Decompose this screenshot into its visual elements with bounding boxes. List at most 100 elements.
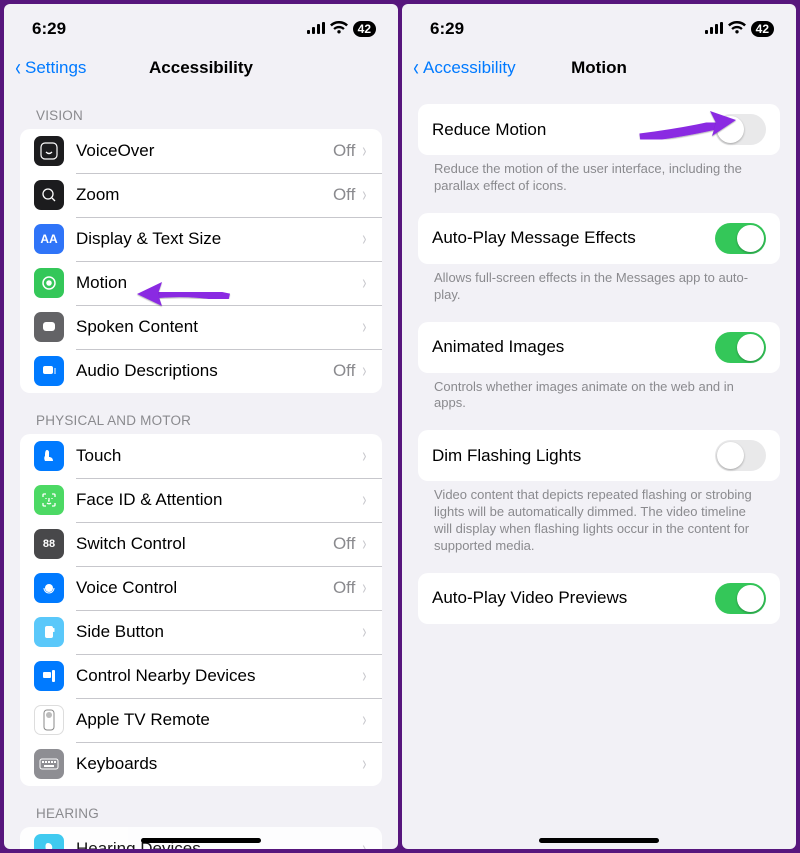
chevron-right-icon: › [363,185,367,205]
audio-desc-icon [34,356,64,386]
touch-icon [34,441,64,471]
group-reduce-motion: Reduce Motion [418,104,780,155]
chevron-right-icon: › [363,141,367,161]
row-label: Audio Descriptions [76,361,333,381]
row-touch[interactable]: Touch › [20,434,382,478]
row-motion[interactable]: Motion › [20,261,382,305]
back-label: Accessibility [423,58,516,78]
section-header-hearing: HEARING [36,806,382,821]
status-time: 6:29 [32,19,66,39]
home-indicator [141,838,261,843]
row-label: Reduce Motion [432,120,546,140]
battery-indicator: 42 [751,21,774,37]
toggle-reduce-motion[interactable] [715,114,766,145]
voicectl-icon [34,573,64,603]
chevron-right-icon: › [363,273,367,293]
keyboards-icon [34,749,64,779]
home-indicator [539,838,659,843]
row-audio-descriptions[interactable]: Audio Descriptions Off › [20,349,382,393]
status-bar: 6:29 42 [402,4,796,48]
chevron-right-icon: › [363,622,367,642]
group-physical: Touch › Face ID & Attention › 88 Switch … [20,434,382,786]
row-label: Apple TV Remote [76,710,361,730]
chevron-right-icon: › [363,578,367,598]
status-indicators: 42 [705,19,774,39]
toggle-animated-images[interactable] [715,332,766,363]
row-side-button[interactable]: Side Button › [20,610,382,654]
footer-dim-flashing: Video content that depicts repeated flas… [434,487,764,555]
spoken-icon [34,312,64,342]
wifi-icon [330,19,348,39]
screenshot-motion: 6:29 42 ‹ Accessibility Motion Reduce Mo… [402,4,796,849]
row-value: Off [333,141,355,161]
row-dim-flashing: Dim Flashing Lights [418,430,780,481]
row-keyboards[interactable]: Keyboards › [20,742,382,786]
chevron-right-icon: › [363,490,367,510]
text-size-icon: AA [34,224,64,254]
chevron-right-icon: › [363,229,367,249]
row-label: Motion [76,273,361,293]
row-value: Off [333,361,355,381]
back-button[interactable]: ‹ Settings [14,56,86,80]
row-zoom[interactable]: Zoom Off › [20,173,382,217]
status-indicators: 42 [307,19,376,39]
row-voice-control[interactable]: Voice Control Off › [20,566,382,610]
row-voiceover[interactable]: VoiceOver Off › [20,129,382,173]
zoom-icon [34,180,64,210]
toggle-dim-flashing[interactable] [715,440,766,471]
sidebutton-icon [34,617,64,647]
chevron-right-icon: › [363,361,367,381]
nav-bar: ‹ Settings Accessibility [4,48,398,88]
row-display-text-size[interactable]: AA Display & Text Size › [20,217,382,261]
footer-message-effects: Allows full-screen effects in the Messag… [434,270,764,304]
row-appletv-remote[interactable]: Apple TV Remote › [20,698,382,742]
back-label: Settings [25,58,86,78]
chevron-right-icon: › [363,754,367,774]
nav-bar: ‹ Accessibility Motion [402,48,796,88]
chevron-right-icon: › [363,839,367,849]
status-time: 6:29 [430,19,464,39]
row-value: Off [333,185,355,205]
hearing-icon [34,834,64,849]
motion-content: Reduce Motion Reduce the motion of the u… [402,88,796,849]
nearby-icon [34,661,64,691]
settings-content: VISION VoiceOver Off › Zoom Off › AA Dis… [4,88,398,849]
row-label: Touch [76,446,361,466]
chevron-right-icon: › [363,446,367,466]
switch-icon: 88 [34,529,64,559]
toggle-autoplay-messages[interactable] [715,223,766,254]
status-bar: 6:29 42 [4,4,398,48]
row-control-nearby[interactable]: Control Nearby Devices › [20,654,382,698]
toggle-autoplay-video[interactable] [715,583,766,614]
footer-reduce-motion: Reduce the motion of the user interface,… [434,161,764,195]
row-label: Animated Images [432,337,564,357]
section-header-vision: VISION [36,108,382,123]
row-faceid[interactable]: Face ID & Attention › [20,478,382,522]
row-label: Side Button [76,622,361,642]
row-value: Off [333,578,355,598]
battery-indicator: 42 [353,21,376,37]
row-switch-control[interactable]: 88 Switch Control Off › [20,522,382,566]
row-label: VoiceOver [76,141,333,161]
chevron-left-icon: ‹ [15,56,21,80]
group-dim-flashing: Dim Flashing Lights [418,430,780,481]
chevron-right-icon: › [363,666,367,686]
group-video-previews: Auto-Play Video Previews [418,573,780,624]
voiceover-icon [34,136,64,166]
row-spoken-content[interactable]: Spoken Content › [20,305,382,349]
row-label: Switch Control [76,534,333,554]
row-animated-images: Animated Images [418,322,780,373]
back-button[interactable]: ‹ Accessibility [412,56,516,80]
row-label: Voice Control [76,578,333,598]
footer-animated-images: Controls whether images animate on the w… [434,379,764,413]
group-animated-images: Animated Images [418,322,780,373]
screenshot-accessibility: 6:29 42 ‹ Settings Accessibility VISION … [4,4,398,849]
chevron-right-icon: › [363,710,367,730]
row-label: Spoken Content [76,317,361,337]
group-message-effects: Auto-Play Message Effects [418,213,780,264]
row-autoplay-video: Auto-Play Video Previews [418,573,780,624]
row-label: Control Nearby Devices [76,666,361,686]
cellular-icon [705,19,723,39]
row-label: Auto-Play Video Previews [432,588,627,608]
row-label: Face ID & Attention [76,490,361,510]
